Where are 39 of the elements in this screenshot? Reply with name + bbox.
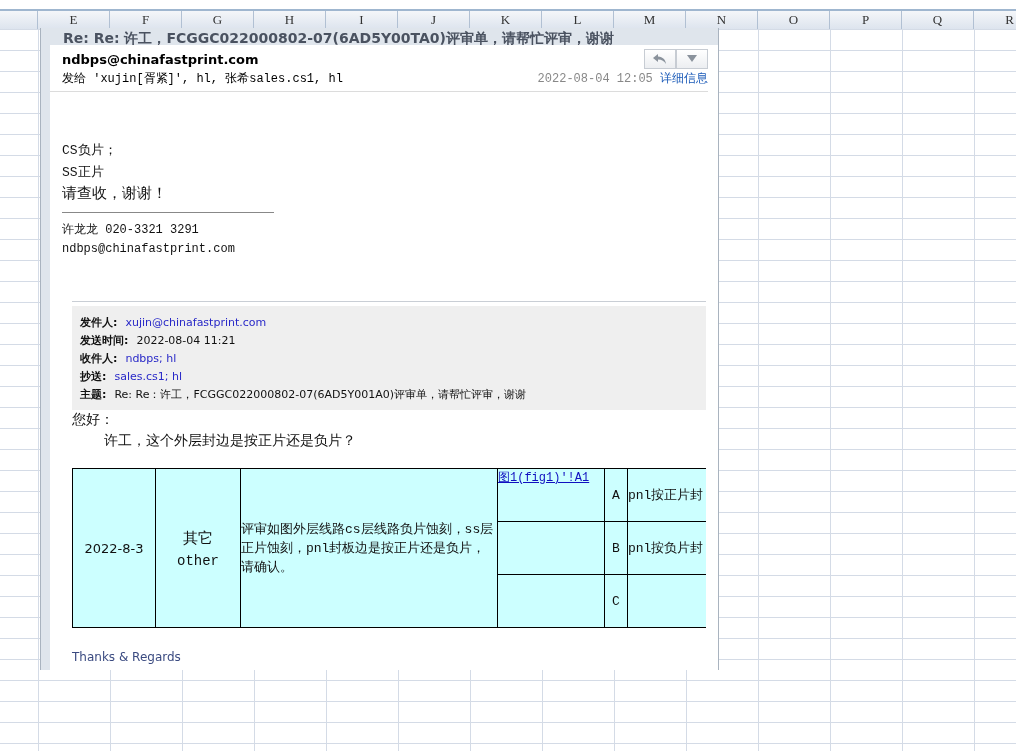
sender-address: ndbps@chinafastprint.com	[62, 52, 259, 67]
body-text: CS负片；	[62, 142, 118, 160]
reply-button[interactable]	[644, 49, 676, 69]
table-cell: pnl按正片封	[627, 468, 706, 522]
column-header[interactable]: P	[830, 11, 902, 29]
column-header[interactable]: O	[758, 11, 830, 29]
header-label: 发件人:	[80, 316, 118, 329]
header-link[interactable]: ndbps; hl	[125, 352, 177, 365]
body-text: SS正片	[62, 164, 105, 182]
reply-icon	[652, 53, 668, 65]
table-cell: C	[604, 574, 628, 628]
details-link[interactable]: 详细信息	[660, 71, 708, 85]
signature-text: 许龙龙 020-3321 3291	[62, 222, 200, 239]
question-text: 许工，这个外层封边是按正片还是负片？	[104, 432, 357, 451]
header-value: Re: Re：许工，FCGGC022000802-07(6AD5Y001A0)评审单，请帮忙评审，谢谢	[114, 388, 526, 401]
header-link[interactable]: xujin@chinafastprint.com	[125, 316, 267, 329]
header-link[interactable]: sales.cs1; hl	[114, 370, 182, 383]
table-cell: 评审如图外层线路cs层线路负片蚀刻，ss层正片蚀刻，pnl封板边是按正片还是负片，请确认。	[240, 468, 498, 628]
table-cell-text: pnl按负片封	[628, 541, 704, 556]
column-header[interactable]: Q	[902, 11, 974, 29]
header-label: 发送时间:	[80, 334, 129, 347]
window-title: Re: Re: 许工，FCGGC022000802-07(6AD5Y00TA0)评审单，请帮忙评审，谢谢	[63, 30, 614, 45]
header-label: 收件人:	[80, 352, 118, 365]
table-cell: 2022-8-3	[72, 468, 156, 628]
dropdown-button[interactable]	[676, 49, 708, 69]
sent-date: 2022-08-04 12:05	[537, 72, 653, 86]
body-text: 请查收，谢谢！	[62, 184, 168, 205]
table-cell: B	[604, 521, 628, 575]
caret-icon	[687, 55, 697, 63]
closing-text: Thanks & Regards	[72, 650, 182, 664]
table-cell: 其它 other	[155, 468, 241, 628]
recipients-line: 发给 'xujin[胥紧]', hl, 张希sales.cs1, hl	[62, 71, 343, 87]
table-cell: A	[604, 468, 628, 522]
header-label: 主题:	[80, 388, 107, 401]
column-header[interactable]: R	[974, 11, 1016, 29]
header-label: 抄送:	[80, 370, 107, 383]
signature-email: ndbps@chinafastprint.com	[62, 241, 236, 258]
header-value: 2022-08-04 11:21	[136, 334, 236, 347]
greeting-text: 您好：	[72, 411, 115, 430]
